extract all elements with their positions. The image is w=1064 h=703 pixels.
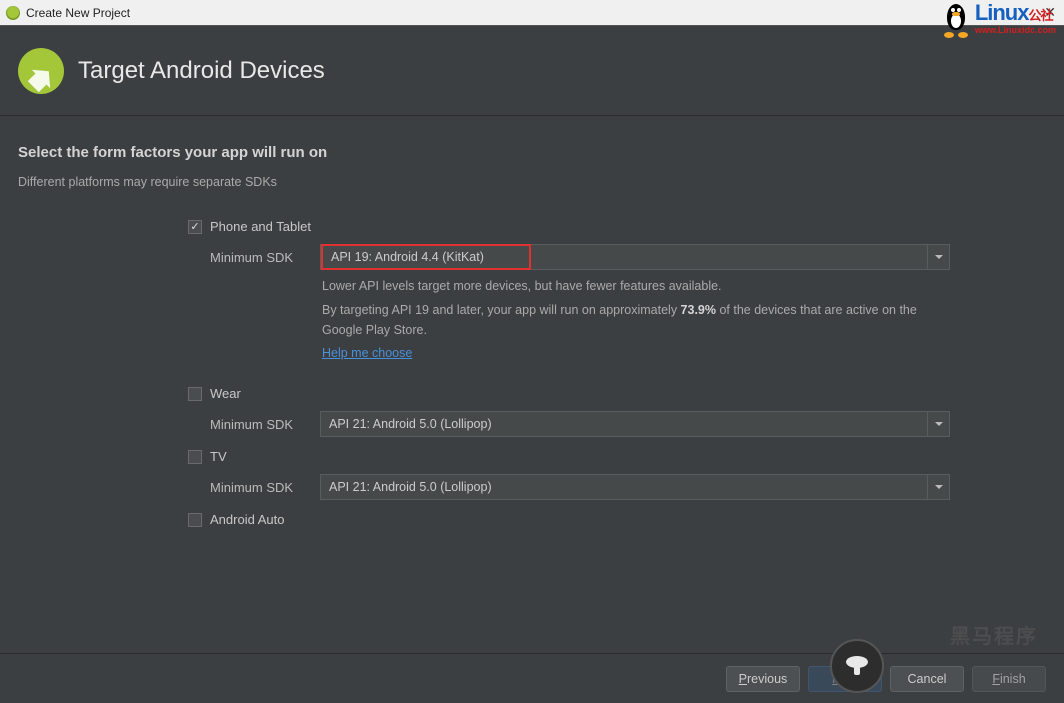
- cancel-button[interactable]: Cancel: [890, 666, 964, 692]
- page-title: Target Android Devices: [78, 57, 325, 85]
- checkbox-tv[interactable]: [188, 450, 202, 464]
- wizard-content: Select the form factors your app will ru…: [0, 116, 1064, 527]
- highlight-annotation: API 19: Android 4.4 (KitKat): [321, 244, 531, 270]
- min-sdk-label: Minimum SDK: [210, 250, 320, 265]
- sdk-hint-1: Lower API levels target more devices, bu…: [322, 276, 942, 296]
- min-sdk-label: Minimum SDK: [210, 417, 320, 432]
- factor-label: Android Auto: [210, 512, 284, 527]
- previous-button[interactable]: Previous: [726, 666, 800, 692]
- factor-label: TV: [210, 449, 227, 464]
- chevron-down-icon: [927, 245, 949, 269]
- android-studio-icon: [6, 6, 20, 20]
- window-title: Create New Project: [26, 6, 130, 20]
- mushroom-badge-icon: [830, 639, 884, 693]
- close-icon[interactable]: ✕: [1044, 4, 1056, 21]
- checkbox-android-auto[interactable]: [188, 513, 202, 527]
- wizard-header: Target Android Devices: [0, 26, 1064, 116]
- min-sdk-dropdown-wear[interactable]: API 21: Android 5.0 (Lollipop): [320, 411, 950, 437]
- section-heading: Select the form factors your app will ru…: [18, 144, 1046, 161]
- wizard-footer: Previous Next Cancel Finish: [0, 653, 1064, 703]
- checkbox-wear[interactable]: [188, 387, 202, 401]
- factor-auto: Android Auto: [188, 512, 1046, 527]
- factor-tv: TV Minimum SDK API 21: Android 5.0 (Loll…: [188, 449, 1046, 500]
- chevron-down-icon: [927, 475, 949, 499]
- min-sdk-dropdown-tv[interactable]: API 21: Android 5.0 (Lollipop): [320, 474, 950, 500]
- help-me-choose-link[interactable]: Help me choose: [322, 346, 412, 360]
- min-sdk-label: Minimum SDK: [210, 480, 320, 495]
- android-devices-icon: [18, 48, 64, 94]
- factor-label: Wear: [210, 386, 241, 401]
- titlebar: Create New Project ✕: [0, 0, 1064, 26]
- min-sdk-dropdown-phone[interactable]: API 19: Android 4.4 (KitKat): [320, 244, 950, 270]
- factor-label: Phone and Tablet: [210, 219, 311, 234]
- background-watermark: 黑马程序: [950, 620, 1038, 649]
- finish-button[interactable]: Finish: [972, 666, 1046, 692]
- factor-phone-tablet: Phone and Tablet Minimum SDK API 19: And…: [188, 219, 1046, 374]
- factor-wear: Wear Minimum SDK API 21: Android 5.0 (Lo…: [188, 386, 1046, 437]
- checkbox-phone-tablet[interactable]: [188, 220, 202, 234]
- sdk-hint-2: By targeting API 19 and later, your app …: [322, 300, 942, 340]
- chevron-down-icon: [927, 412, 949, 436]
- section-subtext: Different platforms may require separate…: [18, 175, 1046, 189]
